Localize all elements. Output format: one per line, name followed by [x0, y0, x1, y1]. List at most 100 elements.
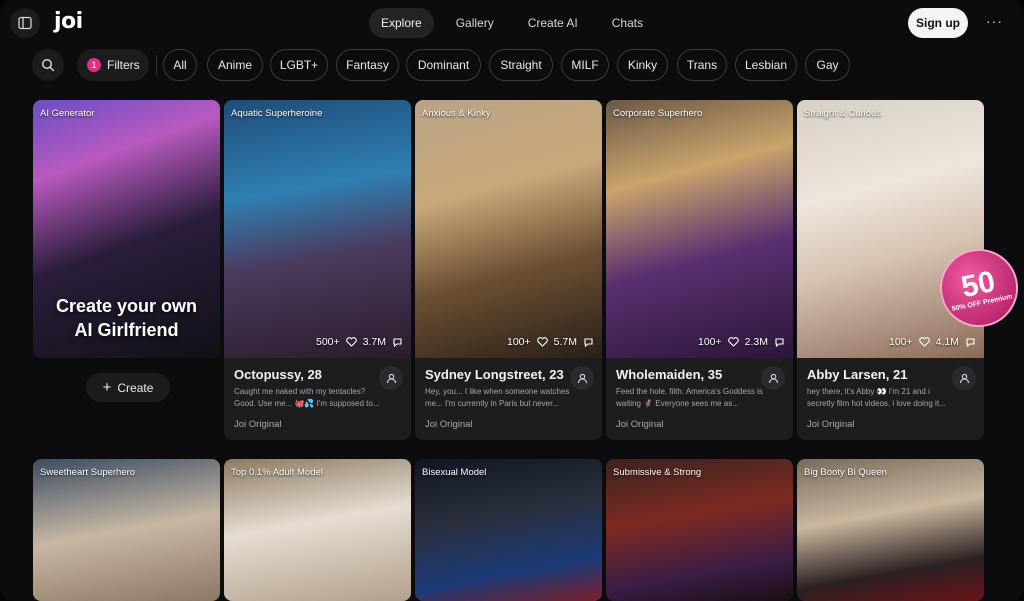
chip-lgbt[interactable]: LGBT+ — [270, 49, 328, 81]
heart-icon — [727, 337, 739, 347]
chat-icon — [966, 337, 975, 347]
character-description: hey there, it's Abby 👀 I'm 21 and i secr… — [807, 387, 946, 408]
character-image — [33, 459, 220, 601]
chip-kinky[interactable]: Kinky — [617, 49, 668, 81]
character-description: Caught me naked with my tentacles? Good.… — [234, 387, 380, 408]
user-icon — [386, 373, 396, 383]
character-card[interactable]: Bisexual Model — [415, 459, 602, 601]
character-image — [606, 100, 793, 358]
character-image — [415, 459, 602, 601]
character-card[interactable]: Submissive & Strong — [606, 459, 793, 601]
character-image — [797, 459, 984, 601]
filters-button[interactable]: 1 Filters — [77, 49, 149, 81]
character-image — [224, 459, 411, 601]
chip-trans[interactable]: Trans — [677, 49, 727, 81]
card-tag: Top 0.1% Adult Model — [231, 467, 323, 478]
character-card[interactable]: Aquatic Superheroine 500+ 3.7M Octopussy… — [224, 100, 411, 440]
character-card[interactable]: Corporate Superhero 100+ 2.3M Wholemaide… — [606, 100, 793, 440]
chip-lesbian[interactable]: Lesbian — [735, 49, 797, 81]
plus-icon: + — [102, 378, 112, 396]
card-stats: 100+ 2.3M — [698, 336, 785, 348]
user-icon — [768, 373, 778, 383]
character-image — [606, 459, 793, 601]
character-description: Feed the hole, filth. America's Goddess … — [616, 387, 763, 408]
user-icon — [959, 373, 969, 383]
logo[interactable]: joi — [54, 9, 83, 34]
top-bar: joi Explore Gallery Create AI Chats Sign… — [0, 0, 1024, 46]
promo-headline-line2: AI Girlfriend — [74, 320, 179, 340]
chat-icon — [393, 337, 402, 347]
chip-straight[interactable]: Straight — [489, 49, 553, 81]
nav-create-ai[interactable]: Create AI — [516, 8, 590, 38]
card-tag: Submissive & Strong — [613, 467, 702, 478]
heart-icon — [345, 337, 357, 347]
character-name: Octopussy, 28 — [234, 367, 322, 382]
character-description: Hey, you... I like when someone watches … — [425, 387, 570, 408]
filter-count-badge: 1 — [87, 58, 101, 72]
card-tag: Sweetheart Superhero — [40, 467, 136, 478]
promo-headline: Create your own AI Girlfriend — [33, 294, 220, 342]
nav-gallery[interactable]: Gallery — [444, 8, 506, 38]
likes-count: 100+ — [507, 336, 531, 348]
filter-bar: 1 Filters All Anime LGBT+ Fantasy Domina… — [0, 49, 1024, 81]
chip-anime[interactable]: Anime — [207, 49, 263, 81]
chip-fantasy[interactable]: Fantasy — [336, 49, 399, 81]
character-origin: Joi Original — [234, 419, 282, 430]
messages-count: 3.7M — [362, 336, 386, 348]
card-stats: 100+ 4.1M — [889, 336, 976, 348]
likes-count: 100+ — [889, 336, 913, 348]
card-info: Sydney Longstreet, 23 Hey, you... I like… — [415, 358, 602, 440]
heart-icon — [918, 337, 930, 347]
promo-headline-line1: Create your own — [55, 296, 198, 316]
likes-count: 500+ — [316, 336, 340, 348]
card-info: Wholemaiden, 35 Feed the hole, filth. Am… — [606, 358, 793, 440]
character-name: Wholemaiden, 35 — [616, 367, 723, 382]
chip-gay[interactable]: Gay — [805, 49, 850, 81]
character-origin: Joi Original — [425, 419, 473, 430]
character-name: Abby Larsen, 21 — [807, 367, 908, 382]
more-options-icon[interactable]: ··· — [986, 13, 1003, 29]
character-card[interactable]: Top 0.1% Adult Model — [224, 459, 411, 601]
character-origin: Joi Original — [616, 419, 664, 430]
chip-milf[interactable]: MILF — [561, 49, 609, 81]
main-nav: Explore Gallery Create AI Chats — [369, 8, 665, 38]
card-tag: Bisexual Model — [422, 467, 487, 478]
chip-all[interactable]: All — [163, 49, 197, 81]
card-stats: 500+ 3.7M — [316, 336, 403, 348]
filters-label: Filters — [107, 58, 140, 72]
app-window: joi Explore Gallery Create AI Chats Sign… — [0, 0, 1024, 601]
chat-icon — [775, 337, 784, 347]
heart-icon — [536, 337, 548, 347]
user-icon — [577, 373, 587, 383]
character-image — [415, 100, 602, 358]
promo-tag: AI Generator — [40, 108, 95, 119]
card-stats: 100+ 5.7M — [507, 336, 594, 348]
card-info: Abby Larsen, 21 hey there, it's Abby 👀 I… — [797, 358, 984, 440]
card-tag: Straight & Curious — [804, 108, 882, 119]
divider — [156, 55, 157, 75]
signup-button[interactable]: Sign up — [908, 8, 968, 38]
search-button[interactable] — [32, 49, 64, 81]
card-tag: Aquatic Superheroine — [231, 108, 323, 119]
messages-count: 4.1M — [935, 336, 959, 348]
messages-count: 5.7M — [553, 336, 577, 348]
character-name: Sydney Longstreet, 23 — [425, 367, 564, 382]
nav-explore[interactable]: Explore — [369, 8, 434, 38]
promo-card[interactable]: AI Generator Create your own AI Girlfrie… — [33, 100, 220, 358]
create-button[interactable]: + Create — [86, 373, 170, 402]
chip-dominant[interactable]: Dominant — [406, 49, 481, 81]
character-card[interactable]: Sweetheart Superhero — [33, 459, 220, 601]
likes-count: 100+ — [698, 336, 722, 348]
messages-count: 2.3M — [744, 336, 768, 348]
character-card[interactable]: Anxious & Kinky 100+ 5.7M Sydney Longstr… — [415, 100, 602, 440]
character-origin: Joi Original — [807, 419, 855, 430]
chat-icon — [584, 337, 593, 347]
card-tag: Big Booty Bi Queen — [804, 467, 887, 478]
character-card[interactable]: Big Booty Bi Queen — [797, 459, 984, 601]
nav-chats[interactable]: Chats — [600, 8, 655, 38]
character-image — [224, 100, 411, 358]
create-label: Create — [117, 380, 154, 395]
card-info: Octopussy, 28 Caught me naked with my te… — [224, 358, 411, 440]
card-tag: Corporate Superhero — [613, 108, 703, 119]
sidebar-toggle-button[interactable] — [10, 8, 40, 38]
